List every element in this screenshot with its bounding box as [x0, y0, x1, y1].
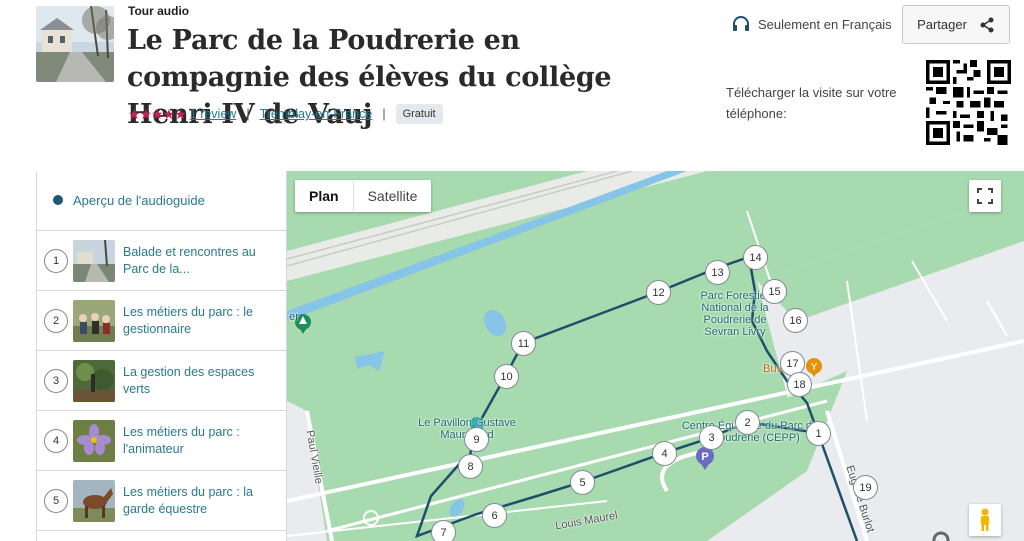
stop-thumbnail [73, 240, 115, 282]
share-button[interactable]: Partager [902, 5, 1010, 44]
map-stop-1[interactable]: 1 [806, 421, 831, 446]
map-type-tabs: Plan Satellite [295, 180, 432, 212]
map-stop-16[interactable]: 16 [783, 308, 808, 333]
stop-thumbnail [73, 420, 115, 462]
headphones-icon [733, 16, 749, 31]
street-view-button[interactable] [969, 504, 1001, 536]
location-link[interactable]: Tremblay-en-France [260, 107, 373, 121]
tour-map[interactable]: P Y Paul Vieille Louis Maurel Eugène Bur… [287, 171, 1024, 541]
language-text: Seulement en Français [758, 16, 892, 32]
map-stop-12[interactable]: 12 [646, 280, 671, 305]
stop-thumbnail [73, 480, 115, 522]
stop-thumbnail [73, 360, 115, 402]
tour-thumbnail [36, 6, 114, 82]
stop-number: 4 [44, 428, 68, 453]
qr-code[interactable] [926, 60, 1011, 145]
map-stop-10[interactable]: 10 [494, 364, 519, 389]
sidebar-item-stop-4[interactable]: 4 Les métiers du parc : l'animateur [37, 411, 286, 471]
timeline-dot [53, 195, 63, 205]
map-stop-5[interactable]: 5 [570, 470, 595, 495]
map-stop-4[interactable]: 4 [652, 441, 677, 466]
stop-number: 3 [44, 368, 68, 393]
stop-title: Balade et rencontres au Parc de la... [123, 245, 256, 276]
pegman-icon [981, 508, 989, 531]
tab-plan[interactable]: Plan [295, 180, 354, 212]
sidebar-item-stop-3[interactable]: 3 La gestion des espaces verts [37, 351, 286, 411]
stop-thumbnail [73, 300, 115, 342]
tab-satellite[interactable]: Satellite [354, 180, 432, 212]
tour-header: Tour audio Le Parc de la Poudrerie en co… [0, 0, 1024, 170]
map-stop-8[interactable]: 8 [458, 454, 483, 479]
svg-text:P: P [701, 451, 708, 463]
meta-separator: | [246, 107, 250, 121]
map-stop-9[interactable]: 9 [464, 427, 489, 452]
map-stop-19[interactable]: 19 [853, 475, 878, 500]
map-stop-7[interactable]: 7 [431, 520, 456, 541]
map-stop-13[interactable]: 13 [705, 260, 730, 285]
sidebar-item-stop-1[interactable]: 1 Balade et rencontres au Parc de la... [37, 231, 286, 291]
map-stop-6[interactable]: 6 [482, 503, 507, 528]
tour-meta: ★★★★★ 1 review | Tremblay-en-France | Gr… [128, 104, 443, 124]
tour-type-label: Tour audio [128, 4, 190, 18]
map-stop-11[interactable]: 11 [511, 331, 536, 356]
map-stop-15[interactable]: 15 [762, 279, 787, 304]
stop-number: 5 [44, 488, 68, 513]
fullscreen-button[interactable] [969, 180, 1001, 212]
map-stop-3[interactable]: 3 [699, 425, 724, 450]
stop-number: 2 [44, 308, 68, 333]
poi-label: er [289, 311, 299, 323]
stops-sidebar: Aperçu de l'audioguide 1 Balade et renco… [36, 171, 287, 541]
stop-number: 1 [44, 248, 68, 273]
overview-label: Aperçu de l'audioguide [73, 193, 205, 208]
sidebar-item-overview[interactable]: Aperçu de l'audioguide [37, 171, 286, 231]
sidebar-item-stop-2[interactable]: 2 Les métiers du parc : le gestionnaire [37, 291, 286, 351]
share-icon [980, 17, 994, 32]
map-stop-14[interactable]: 14 [743, 245, 768, 270]
reviews-link[interactable]: 1 review [190, 107, 237, 121]
share-label: Partager [917, 17, 967, 32]
map-canvas[interactable]: P Y [287, 171, 1024, 541]
download-text: Télécharger la visite sur votre téléphon… [726, 85, 897, 121]
language-note: Seulement en Français [732, 16, 892, 32]
stop-title: Les métiers du parc : le gestionnaire [123, 305, 253, 336]
stop-title: La gestion des espaces verts [123, 365, 255, 396]
stop-title: Les métiers du parc : l'animateur [123, 425, 240, 456]
map-stop-2[interactable]: 2 [735, 410, 760, 435]
sidebar-item-stop-5[interactable]: 5 Les métiers du parc : la garde équestr… [37, 471, 286, 531]
stop-title: Les métiers du parc : la garde équestre [123, 485, 253, 516]
svg-text:Y: Y [810, 362, 818, 373]
price-badge: Gratuit [395, 104, 443, 124]
fullscreen-icon [977, 188, 993, 204]
map-stop-18[interactable]: 18 [787, 372, 812, 397]
rating-stars: ★★★★★ [128, 105, 187, 122]
meta-separator: | [382, 107, 386, 121]
